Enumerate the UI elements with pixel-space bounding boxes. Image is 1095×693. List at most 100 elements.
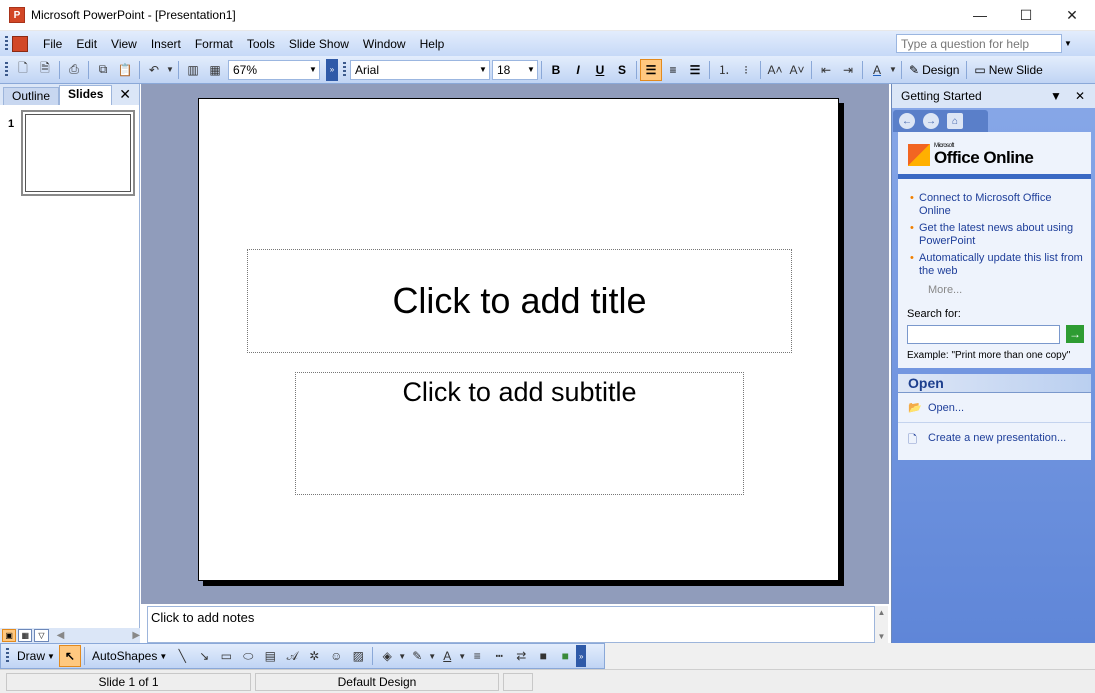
numbering-icon[interactable]: ⒈ [713, 59, 735, 81]
close-pane-icon[interactable]: ✕ [119, 86, 131, 103]
scroll-right-icon[interactable]: ▶ [132, 630, 140, 641]
shadow-button[interactable]: S [611, 59, 633, 81]
copy-icon[interactable]: ⧉ [92, 59, 114, 81]
underline-button[interactable]: U [589, 59, 611, 81]
document-icon[interactable] [12, 35, 28, 52]
menu-slide-show[interactable]: Slide Show [282, 37, 356, 51]
font-color-dropdown-icon[interactable]: ▼ [888, 59, 898, 81]
3d-style-icon[interactable]: ■ [554, 645, 576, 667]
new-presentation-link[interactable]: 🗋 Create a new presentation... [908, 431, 1091, 447]
menu-format[interactable]: Format [188, 37, 240, 51]
font-color-dropdown-icon[interactable]: ▼ [458, 645, 466, 667]
slide-show-view-icon[interactable]: ▽ [34, 629, 49, 642]
arrow-style-icon[interactable]: ⇄ [510, 645, 532, 667]
print-icon[interactable]: ⎙ [63, 59, 85, 81]
insert-table-icon[interactable]: ▦ [204, 59, 226, 81]
toolbar-grip[interactable] [5, 35, 8, 52]
tab-slides[interactable]: Slides [59, 85, 113, 105]
search-input[interactable] [907, 325, 1060, 344]
menu-window[interactable]: Window [356, 37, 413, 51]
slide-canvas[interactable]: Click to add title Click to add subtitle [198, 98, 839, 581]
toolbar-grip[interactable] [5, 61, 8, 78]
font-color-icon[interactable]: A [436, 645, 458, 667]
toolbar-options-icon[interactable]: » [576, 645, 587, 667]
line-style-icon[interactable]: ≡ [466, 645, 488, 667]
link-connect-office-online[interactable]: Connect to Microsoft Office Online [910, 192, 1085, 218]
tab-outline[interactable]: Outline [3, 87, 60, 105]
font-color-icon[interactable]: A [866, 59, 888, 81]
scroll-down-icon[interactable]: ▼ [878, 632, 886, 641]
font-select[interactable]: Arial ▼ [350, 59, 490, 80]
undo-dropdown-icon[interactable]: ▼ [165, 59, 175, 81]
forward-icon[interactable]: → [923, 113, 939, 129]
menu-help[interactable]: Help [413, 37, 452, 51]
arrow-icon[interactable]: ↘ [193, 645, 215, 667]
menu-tools[interactable]: Tools [240, 37, 282, 51]
italic-button[interactable]: I [567, 59, 589, 81]
open-file-link[interactable]: 📂 Open... [908, 401, 1091, 415]
font-size-select[interactable]: 18 ▼ [492, 59, 538, 80]
slide-thumbnail[interactable] [21, 110, 135, 196]
zoom-select[interactable]: 67% ▼ [228, 59, 320, 80]
minimize-button[interactable]: — [957, 0, 1003, 31]
line-icon[interactable]: ╲ [171, 645, 193, 667]
align-center-button[interactable]: ≡ [662, 59, 684, 81]
link-latest-news[interactable]: Get the latest news about using PowerPoi… [910, 222, 1085, 248]
menu-edit[interactable]: Edit [69, 37, 104, 51]
fill-color-dropdown-icon[interactable]: ▼ [398, 645, 406, 667]
toolbar-grip[interactable] [343, 61, 346, 78]
search-go-icon[interactable]: → [1066, 325, 1084, 343]
menu-insert[interactable]: Insert [144, 37, 188, 51]
align-right-button[interactable]: ☰ [684, 59, 706, 81]
increase-indent-icon[interactable]: ⇥ [837, 59, 859, 81]
maximize-button[interactable]: ☐ [1003, 0, 1049, 31]
increase-font-size-icon[interactable]: A˄ [764, 59, 786, 81]
normal-view-icon[interactable]: ▣ [2, 629, 17, 642]
wordart-icon[interactable]: 𝒜 [281, 645, 303, 667]
toolbar-grip[interactable] [6, 648, 9, 664]
task-pane-close-icon[interactable]: ✕ [1075, 89, 1085, 103]
fill-color-icon[interactable]: ◈ [376, 645, 398, 667]
slide-sorter-view-icon[interactable]: ▦ [18, 629, 33, 642]
notes-pane[interactable]: Click to add notes [147, 606, 875, 643]
rectangle-icon[interactable]: ▭ [215, 645, 237, 667]
draw-menu-button[interactable]: Draw ▼ [13, 649, 59, 663]
permission-icon[interactable]: 🗎 [34, 59, 56, 81]
notes-scrollbar[interactable]: ▲ ▼ [875, 606, 888, 643]
decrease-font-size-icon[interactable]: A˅ [786, 59, 808, 81]
line-color-icon[interactable]: ✎ [406, 645, 428, 667]
paste-icon[interactable]: 📋 [114, 59, 136, 81]
design-button[interactable]: ✎ Design [905, 63, 963, 77]
task-pane-menu-icon[interactable]: ▼ [1050, 89, 1062, 103]
help-search-input[interactable]: Type a question for help [896, 34, 1062, 53]
undo-icon[interactable]: ↶ [143, 59, 165, 81]
title-placeholder[interactable]: Click to add title [247, 249, 792, 353]
link-auto-update[interactable]: Automatically update this list from the … [910, 252, 1085, 278]
menu-file[interactable]: File [36, 37, 69, 51]
bullets-icon[interactable]: ⁝ [735, 59, 757, 81]
help-dropdown-icon[interactable]: ▼ [1062, 34, 1074, 53]
back-icon[interactable]: ← [899, 113, 915, 129]
shadow-style-icon[interactable]: ■ [532, 645, 554, 667]
dash-style-icon[interactable]: ┅ [488, 645, 510, 667]
home-icon[interactable]: ⌂ [947, 113, 963, 129]
new-document-icon[interactable]: 🗋 [12, 59, 34, 81]
clip-art-icon[interactable]: ☺ [325, 645, 347, 667]
align-left-button[interactable]: ☰ [640, 58, 662, 81]
menu-view[interactable]: View [104, 37, 144, 51]
diagram-icon[interactable]: ✲ [303, 645, 325, 667]
scroll-up-icon[interactable]: ▲ [878, 608, 886, 617]
more-link[interactable]: More... [928, 284, 962, 296]
line-color-dropdown-icon[interactable]: ▼ [428, 645, 436, 667]
new-slide-button[interactable]: ▭ New Slide [970, 63, 1046, 77]
insert-picture-icon[interactable]: ▨ [347, 645, 369, 667]
subtitle-placeholder[interactable]: Click to add subtitle [295, 372, 744, 495]
bold-button[interactable]: B [545, 59, 567, 81]
autoshapes-menu-button[interactable]: AutoShapes ▼ [88, 649, 171, 663]
powerpoint-app-icon[interactable]: P [9, 7, 25, 23]
close-button[interactable]: ✕ [1049, 0, 1095, 31]
decrease-indent-icon[interactable]: ⇤ [815, 59, 837, 81]
toolbar-options-icon[interactable]: » [326, 58, 338, 81]
text-box-icon[interactable]: ▤ [259, 645, 281, 667]
oval-icon[interactable]: ⬭ [237, 645, 259, 667]
